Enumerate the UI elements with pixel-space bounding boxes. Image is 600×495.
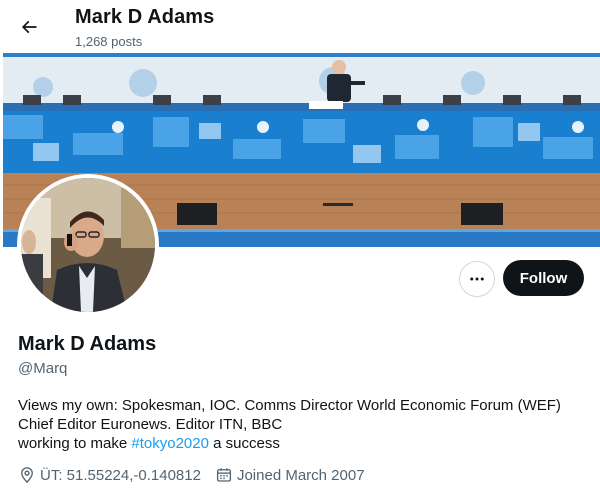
location-pin-icon [21, 467, 33, 484]
bio-text: working to make [18, 435, 132, 452]
location-item: ÜT: 51.55224,-0.140812 [18, 466, 201, 484]
bio-text: a success [208, 435, 280, 452]
profile-header-bar: Mark D Adams 1,268 posts [0, 0, 600, 53]
bio-line: Views my own: Spokesman, IOC. Comms Dire… [18, 397, 561, 414]
bio-line: working to make #tokyo2020 a success [18, 434, 588, 453]
more-options-button[interactable] [459, 261, 495, 297]
bio-line: Chief Editor Euronews. Editor ITN, BBC [18, 416, 283, 433]
profile-avatar[interactable] [17, 174, 159, 316]
display-name: Mark D Adams [18, 333, 157, 355]
post-count: 1,268 posts [75, 34, 143, 49]
profile-bio: Views my own: Spokesman, IOC. Comms Dire… [18, 396, 588, 453]
calendar-icon [216, 468, 232, 482]
arrow-left-icon [21, 20, 37, 34]
profile-meta: ÜT: 51.55224,-0.140812 Joined March 2007 [18, 466, 379, 484]
header-title: Mark D Adams [75, 6, 215, 28]
joined-item: Joined March 2007 [215, 466, 365, 484]
location-text: ÜT: 51.55224,-0.140812 [40, 466, 201, 484]
user-handle: @Marq [18, 360, 68, 377]
hashtag-link[interactable]: #tokyo2020 [131, 435, 209, 452]
back-button[interactable] [14, 12, 44, 42]
joined-text: Joined March 2007 [236, 466, 365, 484]
more-horizontal-icon [470, 277, 484, 281]
follow-button[interactable]: Follow [503, 260, 584, 296]
